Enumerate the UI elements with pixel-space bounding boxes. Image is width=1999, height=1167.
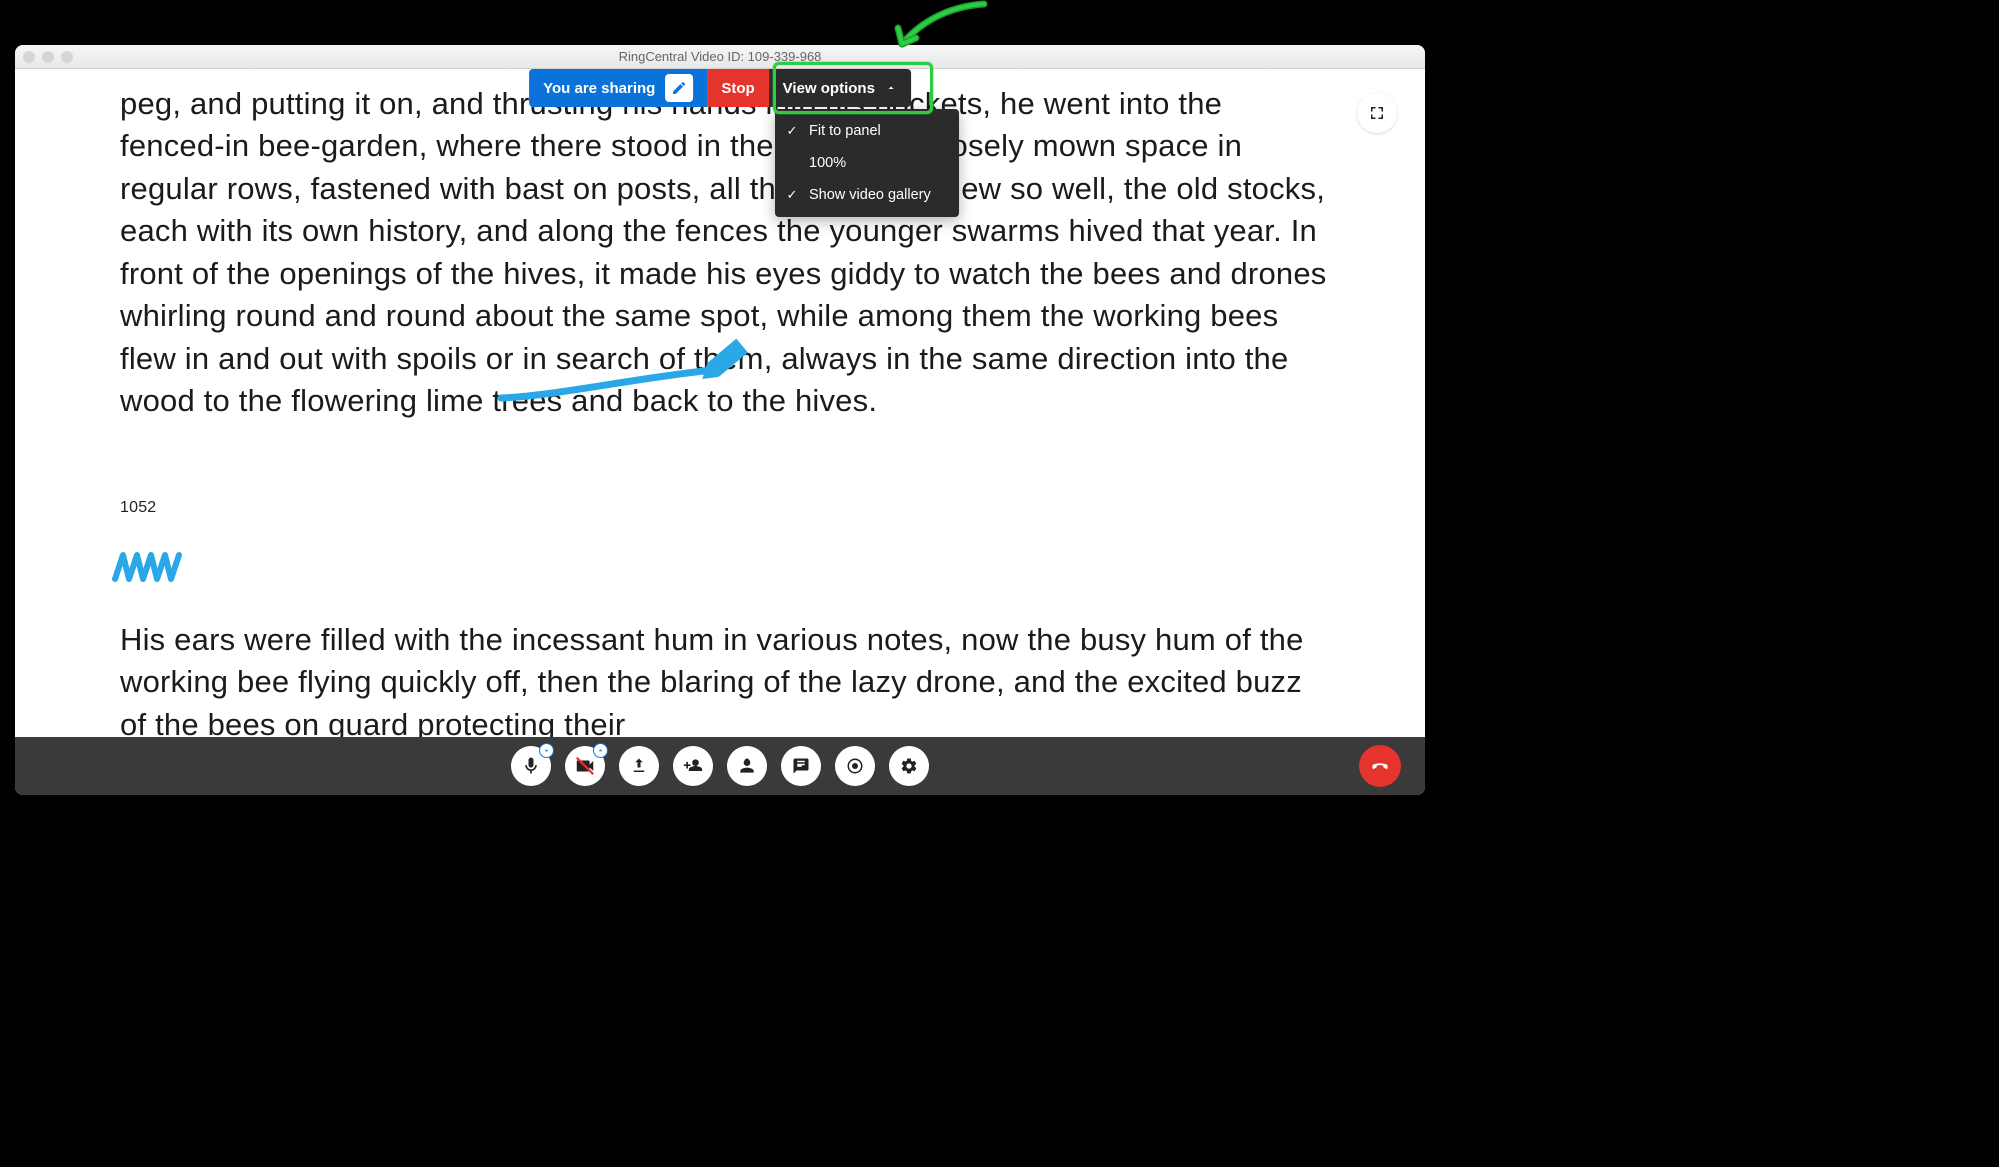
share-button[interactable] [619, 746, 659, 786]
mute-button[interactable] [511, 746, 551, 786]
phone-hangup-icon [1369, 755, 1391, 777]
titlebar: RingCentral Video ID: 109-339-968 [15, 45, 1425, 69]
video-off-icon [574, 755, 596, 777]
record-button[interactable] [835, 746, 875, 786]
chevron-up-icon [542, 746, 551, 755]
window-controls [23, 51, 73, 63]
menu-item-show-video-gallery[interactable]: ✓ Show video gallery [775, 179, 959, 211]
sharing-toolbar: You are sharing Stop View options [529, 69, 911, 107]
menu-item-label: Fit to panel [809, 123, 881, 139]
menu-item-label: Show video gallery [809, 187, 931, 203]
app-window: RingCentral Video ID: 109-339-968 peg, a… [15, 45, 1425, 795]
menu-item-fit-to-panel[interactable]: ✓ Fit to panel [775, 115, 959, 147]
expand-icon [1368, 104, 1386, 122]
view-options-label: View options [783, 80, 875, 97]
menu-item-label: 100% [809, 155, 846, 171]
window-title: RingCentral Video ID: 109-339-968 [15, 49, 1425, 64]
sharing-status-label: You are sharing [543, 80, 655, 97]
record-icon [846, 757, 864, 775]
chevron-up-icon [885, 82, 897, 94]
document-paragraph: peg, and putting it on, and thrusting hi… [120, 83, 1330, 423]
stop-sharing-button[interactable]: Stop [707, 69, 768, 107]
chat-button[interactable] [781, 746, 821, 786]
chevron-up-icon [596, 746, 605, 755]
close-window-icon[interactable] [23, 51, 35, 63]
participants-button[interactable]: 2 [727, 746, 767, 786]
stop-label: Stop [721, 80, 754, 97]
document-body: peg, and putting it on, and thrusting hi… [15, 69, 1425, 737]
leave-button[interactable] [1359, 745, 1401, 787]
video-caret[interactable] [593, 743, 608, 758]
check-icon: ✓ [785, 123, 799, 139]
pencil-icon [671, 80, 687, 96]
person-add-icon [683, 756, 703, 776]
view-options-button[interactable]: View options [769, 69, 911, 107]
video-button[interactable] [565, 746, 605, 786]
share-screen-icon [630, 757, 648, 775]
minimize-window-icon[interactable] [42, 51, 54, 63]
mute-caret[interactable] [539, 743, 554, 758]
check-icon: ✓ [785, 187, 799, 203]
microphone-icon [521, 756, 541, 776]
menu-item-100-percent[interactable]: 100% [775, 147, 959, 179]
chat-icon [792, 757, 810, 775]
sharing-status: You are sharing [529, 69, 707, 107]
gear-icon [900, 757, 918, 775]
shared-content: peg, and putting it on, and thrusting hi… [15, 69, 1425, 737]
view-options-menu: ✓ Fit to panel 100% ✓ Show video gallery [775, 109, 959, 217]
invite-button[interactable] [673, 746, 713, 786]
document-paragraph: His ears were filled with the incessant … [120, 619, 1330, 737]
meeting-controls: 2 [15, 737, 1425, 795]
participant-count: 2 [727, 757, 767, 767]
maximize-window-icon[interactable] [61, 51, 73, 63]
page-number: 1052 [120, 497, 1330, 519]
settings-button[interactable] [889, 746, 929, 786]
annotate-button[interactable] [665, 74, 693, 102]
fullscreen-button[interactable] [1357, 93, 1397, 133]
